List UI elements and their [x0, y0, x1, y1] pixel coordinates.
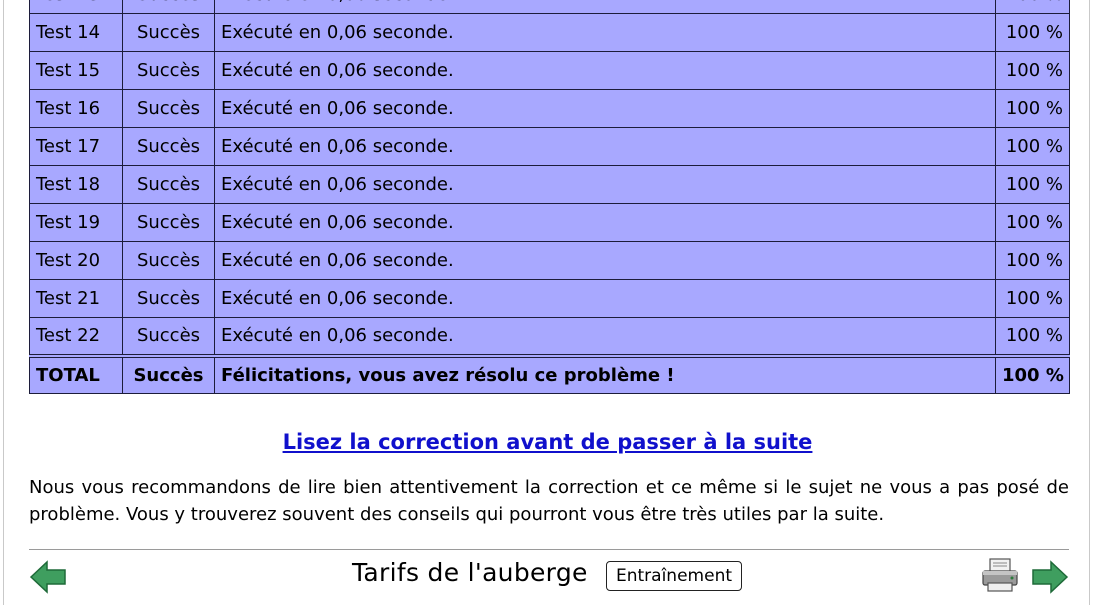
score-cell: 100 %	[995, 0, 1070, 14]
table-row: Test 13SuccèsExécuté en 0,06 seconde.100…	[29, 0, 1070, 14]
table-row: Test 21 Succès Exécuté en 0,06 seconde. 100…	[29, 279, 1070, 318]
message-cell: Exécuté en 0,06 seconde.	[214, 89, 996, 128]
table-row: Test 18 Succès Exécuté en 0,06 seconde. 100…	[29, 165, 1070, 204]
message-cell: Exécuté en 0,06 seconde.	[214, 279, 996, 318]
test-name-cell: Test 21	[29, 279, 123, 318]
table-row: Test 22 Succès Exécuté en 0,06 seconde. 100…	[29, 317, 1070, 356]
message-cell: Exécuté en 0,06 seconde.	[214, 0, 996, 14]
page-border-left	[3, 0, 4, 605]
table-row: Test 17 Succès Exécuté en 0,06 seconde. 100…	[29, 127, 1070, 166]
status-cell: Succès	[122, 127, 215, 166]
score-cell: 100 %	[995, 279, 1070, 318]
message-cell: Exécuté en 0,06 seconde.	[214, 317, 996, 356]
test-name-cell: Test 15	[29, 51, 123, 90]
printer-icon[interactable]	[980, 557, 1020, 597]
table-row: Test 19 Succès Exécuté en 0,06 seconde. 100…	[29, 203, 1070, 242]
test-name-cell: Test 18	[29, 165, 123, 204]
status-cell: Succès	[122, 165, 215, 204]
score-cell: 100 %	[995, 317, 1070, 356]
test-name-cell: Test 19	[29, 203, 123, 242]
message-cell: Exécuté en 0,06 seconde.	[214, 203, 996, 242]
status-cell: Succès	[122, 89, 215, 128]
exercise-title: Tarifs de l'auberge	[352, 558, 588, 587]
status-cell: Succès	[122, 317, 215, 356]
test-name-cell: Test 22	[29, 317, 123, 356]
test-name-cell: Test 13	[29, 0, 123, 14]
status-cell: Succès	[122, 13, 215, 52]
previous-arrow-icon[interactable]	[29, 560, 67, 598]
score-cell: 100 %	[995, 51, 1070, 90]
advice-paragraph: Nous vous recommandons de lire bien atte…	[29, 477, 1069, 525]
score-cell: 100 %	[995, 89, 1070, 128]
message-cell: Exécuté en 0,06 seconde.	[214, 127, 996, 166]
status-cell: Succès	[122, 203, 215, 242]
next-arrow-icon[interactable]	[1031, 560, 1069, 598]
status-cell: Succès	[122, 51, 215, 90]
message-cell: Exécuté en 0,06 seconde.	[214, 13, 996, 52]
correction-link[interactable]: Lisez la correction avant de passer à la…	[283, 430, 813, 454]
table-row: Test 16 Succès Exécuté en 0,06 seconde. 100…	[29, 89, 1070, 128]
status-cell: Succès	[122, 279, 215, 318]
test-name-cell: Test 14	[29, 13, 123, 52]
correction-link-container: Lisez la correction avant de passer à la…	[0, 430, 1095, 454]
score-cell: 100 %	[995, 165, 1070, 204]
status-cell: Succès	[122, 241, 215, 280]
test-name-cell: Test 17	[29, 127, 123, 166]
score-cell: 100 %	[995, 13, 1070, 52]
total-row: TOTAL Succès Félicitations, vous avez réso…	[29, 353, 1070, 394]
score-cell: 100 %	[995, 127, 1070, 166]
table-row: Test 20 Succès Exécuté en 0,06 seconde. 100…	[29, 241, 1070, 280]
message-cell: Félicitations, vous avez résolu ce probl…	[214, 353, 996, 394]
page-border-right	[1089, 0, 1090, 605]
test-name-cell: Test 16	[29, 89, 123, 128]
test-name-cell: TOTAL	[29, 353, 123, 394]
test-name-cell: Test 20	[29, 241, 123, 280]
status-cell: Succès	[122, 0, 215, 14]
message-cell: Exécuté en 0,06 seconde.	[214, 241, 996, 280]
message-cell: Exécuté en 0,06 seconde.	[214, 51, 996, 90]
status-cell: Succès	[122, 353, 215, 394]
mode-badge[interactable]: Entraînement	[606, 561, 743, 591]
table-row: Test 14 Succès Exécuté en 0,06 seconde. 100…	[29, 13, 1070, 52]
test-results-table: Test 13SuccèsExécuté en 0,06 seconde.100…	[29, 0, 1070, 394]
score-cell: 100 %	[995, 241, 1070, 280]
message-cell: Exécuté en 0,06 seconde.	[214, 165, 996, 204]
score-cell: 100 %	[995, 203, 1070, 242]
table-row: Test 15 Succès Exécuté en 0,06 seconde. 100…	[29, 51, 1070, 90]
score-cell: 100 %	[995, 353, 1070, 394]
footer-separator	[29, 549, 1069, 550]
